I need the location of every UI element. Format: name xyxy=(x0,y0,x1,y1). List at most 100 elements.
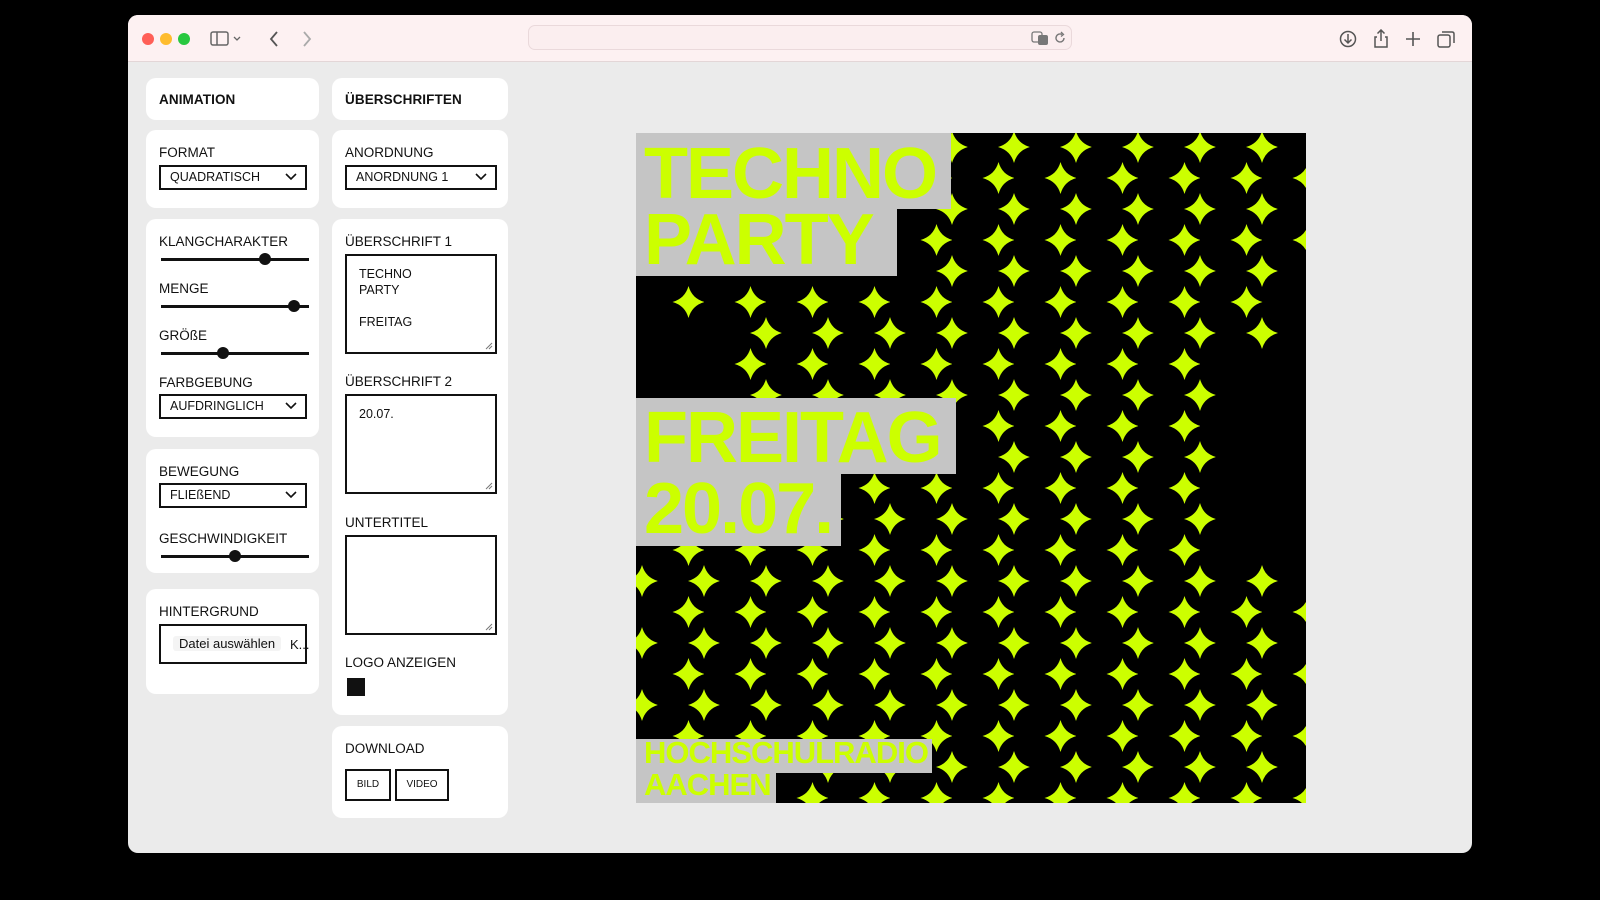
ueberschrift2-textarea[interactable]: 20.07. xyxy=(345,394,497,494)
bild-button[interactable]: BILD xyxy=(345,769,391,801)
pattern-star xyxy=(874,503,906,535)
translate-icon[interactable] xyxy=(1031,30,1049,46)
pattern-circle xyxy=(1014,162,1045,194)
slider-thumb[interactable] xyxy=(288,300,301,312)
anordnung-select[interactable]: ANORDNUNG 1 xyxy=(345,165,497,190)
resize-grip-icon[interactable] xyxy=(485,623,493,631)
download-icon[interactable] xyxy=(1338,29,1358,49)
pattern-star xyxy=(920,782,953,803)
geschwindigkeit-slider[interactable] xyxy=(161,550,309,562)
zoom-window-button[interactable] xyxy=(178,33,190,45)
pattern-circle xyxy=(952,596,983,628)
tab-overview-icon[interactable] xyxy=(1436,29,1456,49)
pattern-star xyxy=(874,565,906,597)
groesse-slider[interactable] xyxy=(161,347,309,359)
pattern-star xyxy=(1122,751,1154,783)
pattern-circle xyxy=(719,627,751,659)
pattern-circle xyxy=(967,379,999,411)
pattern-circle xyxy=(1076,472,1107,504)
pattern-circle xyxy=(642,658,673,690)
pattern-circle xyxy=(1200,410,1231,442)
pattern-circle xyxy=(1138,348,1169,380)
pattern-circle xyxy=(967,503,999,535)
address-bar[interactable] xyxy=(528,25,1072,50)
slider-thumb[interactable] xyxy=(258,253,271,265)
choose-file-button[interactable]: Datei auswählen xyxy=(173,636,282,651)
pattern-circle xyxy=(1076,782,1107,803)
poster-preview: TECHNO PARTY FREITAG 20.07. HOCHSCHULRAD… xyxy=(636,133,1306,803)
logo-checkbox[interactable] xyxy=(347,678,365,696)
farbgebung-select[interactable]: AUFDRINGLICH xyxy=(159,394,307,419)
pattern-star xyxy=(672,596,705,628)
share-icon[interactable] xyxy=(1371,29,1391,49)
pattern-star xyxy=(1246,751,1278,783)
pattern-circle xyxy=(1138,162,1169,194)
file-input[interactable]: Datei auswählen K... xyxy=(159,624,310,664)
pattern-star xyxy=(982,410,1015,442)
pattern-star xyxy=(998,193,1030,225)
close-window-button[interactable] xyxy=(142,33,154,45)
forward-icon[interactable] xyxy=(296,29,316,49)
pattern-star xyxy=(796,348,829,380)
pattern-circle xyxy=(1200,596,1231,628)
resize-grip-icon[interactable] xyxy=(485,482,493,490)
pattern-circle xyxy=(1076,658,1107,690)
pattern-star xyxy=(636,627,658,659)
back-icon[interactable] xyxy=(265,29,285,49)
pattern-circle xyxy=(704,286,735,318)
pattern-star xyxy=(1060,751,1092,783)
farbgebung-label: FARBGEBUNG xyxy=(159,375,253,390)
pattern-circle xyxy=(967,751,999,783)
pattern-star xyxy=(858,286,891,318)
pattern-circle xyxy=(967,133,999,163)
slider-thumb[interactable] xyxy=(229,550,241,562)
pattern-star xyxy=(982,782,1015,803)
file-status: K... xyxy=(290,637,310,652)
pattern-star xyxy=(1230,782,1263,803)
pattern-star xyxy=(1044,534,1077,566)
title-bar xyxy=(128,15,1472,62)
geschwindigkeit-label: GESCHWINDIGKEIT xyxy=(159,531,288,546)
pattern-star xyxy=(858,596,891,628)
pattern-star xyxy=(1246,565,1278,597)
pattern-circle xyxy=(905,689,937,721)
new-tab-icon[interactable] xyxy=(1403,29,1423,49)
pattern-circle xyxy=(952,410,983,442)
menge-slider[interactable] xyxy=(161,300,309,312)
format-select[interactable]: QUADRATISCH xyxy=(159,165,307,190)
pattern-circle xyxy=(1014,596,1045,628)
pattern-circle xyxy=(1200,534,1231,566)
pattern-circle xyxy=(828,286,859,318)
resize-grip-icon[interactable] xyxy=(485,342,493,350)
pattern-star xyxy=(812,565,844,597)
video-button[interactable]: VIDEO xyxy=(395,769,449,801)
reload-icon[interactable] xyxy=(1053,31,1067,45)
pattern-circle xyxy=(1153,317,1185,349)
sidebar-toggle-icon[interactable] xyxy=(210,29,244,49)
pattern-circle xyxy=(1200,348,1231,380)
minimize-window-button[interactable] xyxy=(160,33,172,45)
pattern-circle xyxy=(1091,317,1123,349)
pattern-star xyxy=(998,255,1030,287)
pattern-star xyxy=(982,720,1015,752)
pattern-circle xyxy=(1153,133,1185,163)
pattern-star xyxy=(1292,787,1306,803)
pattern-circle xyxy=(1215,317,1247,349)
animation-header-card: ANIMATION xyxy=(146,78,319,120)
bewegung-select[interactable]: FLIEßEND xyxy=(159,483,307,508)
pattern-star xyxy=(1168,720,1201,752)
pattern-star xyxy=(636,689,658,721)
pattern-star xyxy=(750,317,782,349)
klangcharakter-slider[interactable] xyxy=(161,253,309,265)
pattern-star xyxy=(1246,193,1278,225)
pattern-star xyxy=(1122,689,1154,721)
slider-thumb[interactable] xyxy=(217,347,230,359)
untertitel-textarea[interactable] xyxy=(345,535,497,635)
ueberschrift1-textarea[interactable]: TECHNO PARTY FREITAG xyxy=(345,254,497,354)
pattern-star xyxy=(812,317,844,349)
pattern-star xyxy=(1060,317,1092,349)
pattern-circle xyxy=(967,565,999,597)
pattern-star xyxy=(1168,658,1201,690)
pattern-circle xyxy=(890,658,921,690)
pattern-star xyxy=(1184,565,1216,597)
